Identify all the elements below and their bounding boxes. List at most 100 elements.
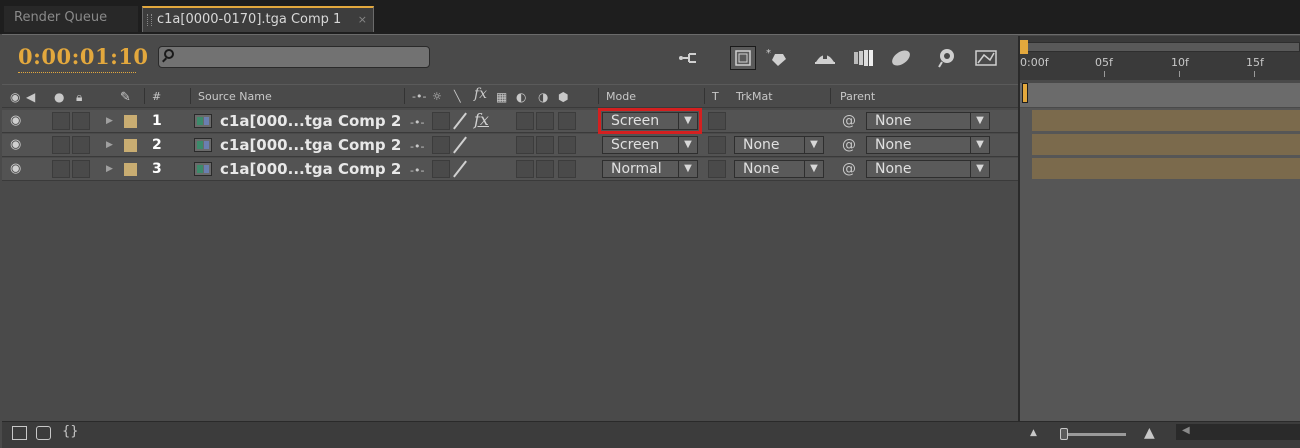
preserve-transparency-switch[interactable] <box>708 112 726 130</box>
quality-switch-icon[interactable] <box>452 161 468 177</box>
label-color-swatch[interactable] <box>124 163 137 176</box>
horizontal-scrollbar[interactable] <box>1176 424 1300 440</box>
column-divider[interactable] <box>830 88 831 104</box>
mode-dropdown[interactable]: Screen ▼ <box>602 136 698 154</box>
adjustment-switch[interactable] <box>536 136 554 154</box>
collapse-switch[interactable] <box>432 136 450 154</box>
mode-dropdown[interactable]: Normal ▼ <box>602 160 698 178</box>
trkmat-dropdown[interactable]: None ▼ <box>734 136 824 154</box>
column-divider[interactable] <box>404 88 405 104</box>
layer-duration-bar[interactable] <box>1032 134 1300 155</box>
trkmat-dropdown[interactable]: None ▼ <box>734 160 824 178</box>
mode-dropdown[interactable]: Screen ▼ <box>598 108 702 134</box>
column-header-source-name[interactable]: Source Name <box>198 90 272 103</box>
zoom-slider-track[interactable] <box>1064 433 1126 436</box>
column-divider[interactable] <box>704 88 705 104</box>
column-divider[interactable] <box>190 88 191 104</box>
column-divider[interactable] <box>144 88 145 104</box>
layer-source-name[interactable]: c1a[000...tga Comp 2 <box>220 112 401 130</box>
transfer-controls-toggle-icon[interactable] <box>36 426 51 440</box>
label-color-swatch[interactable] <box>124 139 137 152</box>
layer-duration-bar[interactable] <box>1032 110 1300 131</box>
motion-blur-switch[interactable] <box>516 160 534 178</box>
current-time-display[interactable]: 0:00:01:10 <box>18 44 149 69</box>
3d-layer-switch[interactable] <box>558 160 576 178</box>
work-area-start-handle[interactable] <box>1020 40 1028 54</box>
panel-divider[interactable] <box>1018 36 1020 421</box>
draft-3d-icon[interactable] <box>730 46 756 70</box>
shy-switch-icon[interactable]: -•- <box>410 116 424 129</box>
parent-value: None <box>875 161 912 177</box>
frame-blending-icon[interactable] <box>812 46 838 70</box>
solo-switch[interactable] <box>52 136 70 154</box>
fx-switch[interactable]: fx <box>474 110 489 129</box>
layer-switches-toggle-icon[interactable] <box>12 426 27 440</box>
scroll-left-icon[interactable]: ◀ <box>1182 425 1190 436</box>
quality-switch-icon[interactable] <box>452 137 468 153</box>
lock-switch[interactable] <box>72 112 90 130</box>
motion-blur-switch[interactable] <box>516 112 534 130</box>
graph-editor-icon[interactable] <box>972 46 998 70</box>
in-out-toggle-icon[interactable]: {} <box>62 424 79 439</box>
expand-triangle-icon[interactable]: ▶ <box>106 140 113 150</box>
parent-pick-whip-icon[interactable]: @ <box>842 161 856 177</box>
frame-blend-header-icon: ▦ <box>496 90 508 104</box>
parent-pick-whip-icon[interactable]: @ <box>842 113 856 129</box>
collapse-switch[interactable] <box>432 112 450 130</box>
layer-duration-bar[interactable] <box>1032 158 1300 179</box>
column-header-mode[interactable]: Mode <box>606 90 636 103</box>
expand-triangle-icon[interactable]: ▶ <box>106 164 113 174</box>
ruler-label: 0:00f <box>1020 56 1049 69</box>
preserve-transparency-switch[interactable] <box>708 160 726 178</box>
eye-icon[interactable]: ◉ <box>10 162 26 175</box>
lock-switch[interactable] <box>72 136 90 154</box>
quality-switch-icon[interactable] <box>452 113 468 129</box>
adjustment-switch[interactable] <box>536 112 554 130</box>
time-navigator[interactable] <box>1024 42 1300 52</box>
current-time-indicator[interactable] <box>1022 83 1028 103</box>
parent-dropdown[interactable]: None ▼ <box>866 112 990 130</box>
video-switch-header-icon: ◉ <box>10 90 21 104</box>
brainstorm-icon[interactable] <box>888 46 914 70</box>
zoom-out-icon[interactable]: ▲ <box>1030 428 1037 438</box>
parent-dropdown[interactable]: None ▼ <box>866 160 990 178</box>
column-header-t[interactable]: T <box>712 90 719 103</box>
layer-source-name[interactable]: c1a[000...tga Comp 2 <box>220 136 401 154</box>
shy-switch-icon[interactable]: -•- <box>410 164 424 177</box>
tab-render-queue[interactable]: Render Queue <box>4 6 138 32</box>
layer-source-name[interactable]: c1a[000...tga Comp 2 <box>220 160 401 178</box>
search-input[interactable] <box>158 46 430 68</box>
zoom-slider-thumb[interactable] <box>1060 428 1068 440</box>
composition-mini-flowchart-icon[interactable] <box>676 46 702 70</box>
lock-switch[interactable] <box>72 160 90 178</box>
expand-triangle-icon[interactable]: ▶ <box>106 116 113 126</box>
preserve-transparency-switch[interactable] <box>708 136 726 154</box>
label-color-swatch[interactable] <box>124 115 137 128</box>
eye-icon[interactable]: ◉ <box>10 114 26 127</box>
close-icon[interactable]: × <box>358 8 367 32</box>
audio-header-icon: ◀ <box>26 90 36 104</box>
3d-layer-switch[interactable] <box>558 112 576 130</box>
tab-grip-icon[interactable] <box>147 14 152 26</box>
column-divider[interactable] <box>598 88 599 104</box>
auto-keyframe-icon[interactable] <box>934 46 960 70</box>
hide-shy-layers-icon[interactable]: * <box>764 46 790 70</box>
tab-composition[interactable]: c1a[0000-0170].tga Comp 1 × <box>142 6 374 32</box>
motion-blur-switch[interactable] <box>516 136 534 154</box>
column-header-parent[interactable]: Parent <box>840 90 875 103</box>
shy-switch-icon[interactable]: -•- <box>410 140 424 153</box>
parent-dropdown[interactable]: None ▼ <box>866 136 990 154</box>
zoom-in-icon[interactable]: ▲ <box>1144 425 1155 441</box>
search-icon <box>164 49 174 59</box>
solo-switch[interactable] <box>52 160 70 178</box>
motion-blur-icon[interactable] <box>850 46 876 70</box>
3d-layer-switch[interactable] <box>558 136 576 154</box>
solo-switch[interactable] <box>52 112 70 130</box>
parent-pick-whip-icon[interactable]: @ <box>842 137 856 153</box>
eye-icon[interactable]: ◉ <box>10 138 26 151</box>
column-header-number[interactable]: # <box>152 90 161 103</box>
work-area-bar[interactable] <box>1020 83 1300 107</box>
column-header-trkmat[interactable]: TrkMat <box>736 90 773 103</box>
collapse-switch[interactable] <box>432 160 450 178</box>
adjustment-switch[interactable] <box>536 160 554 178</box>
